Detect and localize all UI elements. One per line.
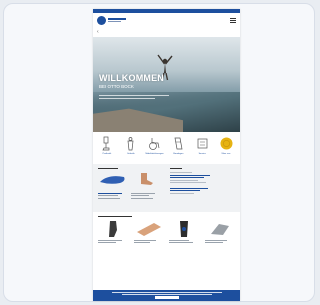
hero-subtitle: BEI OTTO BOCK: [99, 84, 134, 89]
news-column: [169, 167, 236, 208]
hamburger-menu-icon[interactable]: [230, 17, 236, 23]
featured-products-column: [98, 167, 164, 208]
category-tiles: Prothetik Orthetik Mobilitätslösungen Ba…: [93, 132, 240, 158]
category-prothetik[interactable]: Prothetik: [96, 136, 118, 156]
website-page: ‹ WILLKOMMEN BEI OTTO BOCK Prothetik Ort…: [93, 9, 240, 301]
chevron-left-icon[interactable]: ‹: [97, 29, 99, 35]
category-ueber-uns[interactable]: Über uns: [215, 136, 237, 156]
category-label: Über uns: [221, 153, 231, 155]
category-label: Orthetik: [126, 153, 135, 155]
about-badge-icon: [220, 137, 233, 150]
product-joint-image: [210, 224, 229, 236]
product-ankle-brace-image: [141, 173, 153, 186]
logo-mark-icon: [97, 15, 106, 25]
service-icon: [197, 138, 208, 149]
site-logo[interactable]: [97, 15, 126, 25]
wheelchair-icon: [149, 138, 160, 150]
product-section: [93, 212, 240, 248]
product-knee-support-image: [180, 221, 189, 238]
logo-text: [108, 18, 126, 22]
highlights-section: [93, 163, 240, 212]
hero-banner: WILLKOMMEN BEI OTTO BOCK: [93, 37, 240, 132]
product-card[interactable]: [131, 172, 161, 199]
orthosis-icon: [127, 137, 134, 151]
category-orthetik[interactable]: Orthetik: [120, 136, 142, 156]
product-card[interactable]: [169, 220, 199, 244]
product-card[interactable]: [98, 220, 128, 244]
cookie-accept-button[interactable]: [154, 296, 179, 299]
breadcrumb-bar: ‹: [93, 27, 240, 37]
bandage-icon: [174, 137, 183, 150]
product-card[interactable]: [204, 220, 235, 244]
category-label: Prothetik: [102, 153, 112, 155]
hero-title: WILLKOMMEN: [99, 73, 164, 83]
site-header: [93, 13, 240, 27]
prosthesis-leg-icon: [102, 136, 110, 151]
category-mobilitaet[interactable]: Mobilitätslösungen: [144, 136, 166, 156]
category-label: Bandagen: [173, 153, 184, 155]
category-bandagen[interactable]: Bandagen: [167, 136, 189, 156]
category-service[interactable]: Service: [191, 136, 213, 156]
product-insole-image: [100, 176, 125, 184]
category-label: Mobilitätslösungen: [145, 153, 164, 155]
cookie-footer-bar: [93, 290, 240, 301]
product-card[interactable]: [133, 220, 164, 244]
hero-text-lines: [99, 95, 169, 101]
product-bandage-roll-image: [136, 223, 161, 237]
product-card[interactable]: [98, 172, 128, 199]
category-label: Service: [198, 153, 206, 155]
product-wrist-brace-image: [109, 221, 117, 238]
